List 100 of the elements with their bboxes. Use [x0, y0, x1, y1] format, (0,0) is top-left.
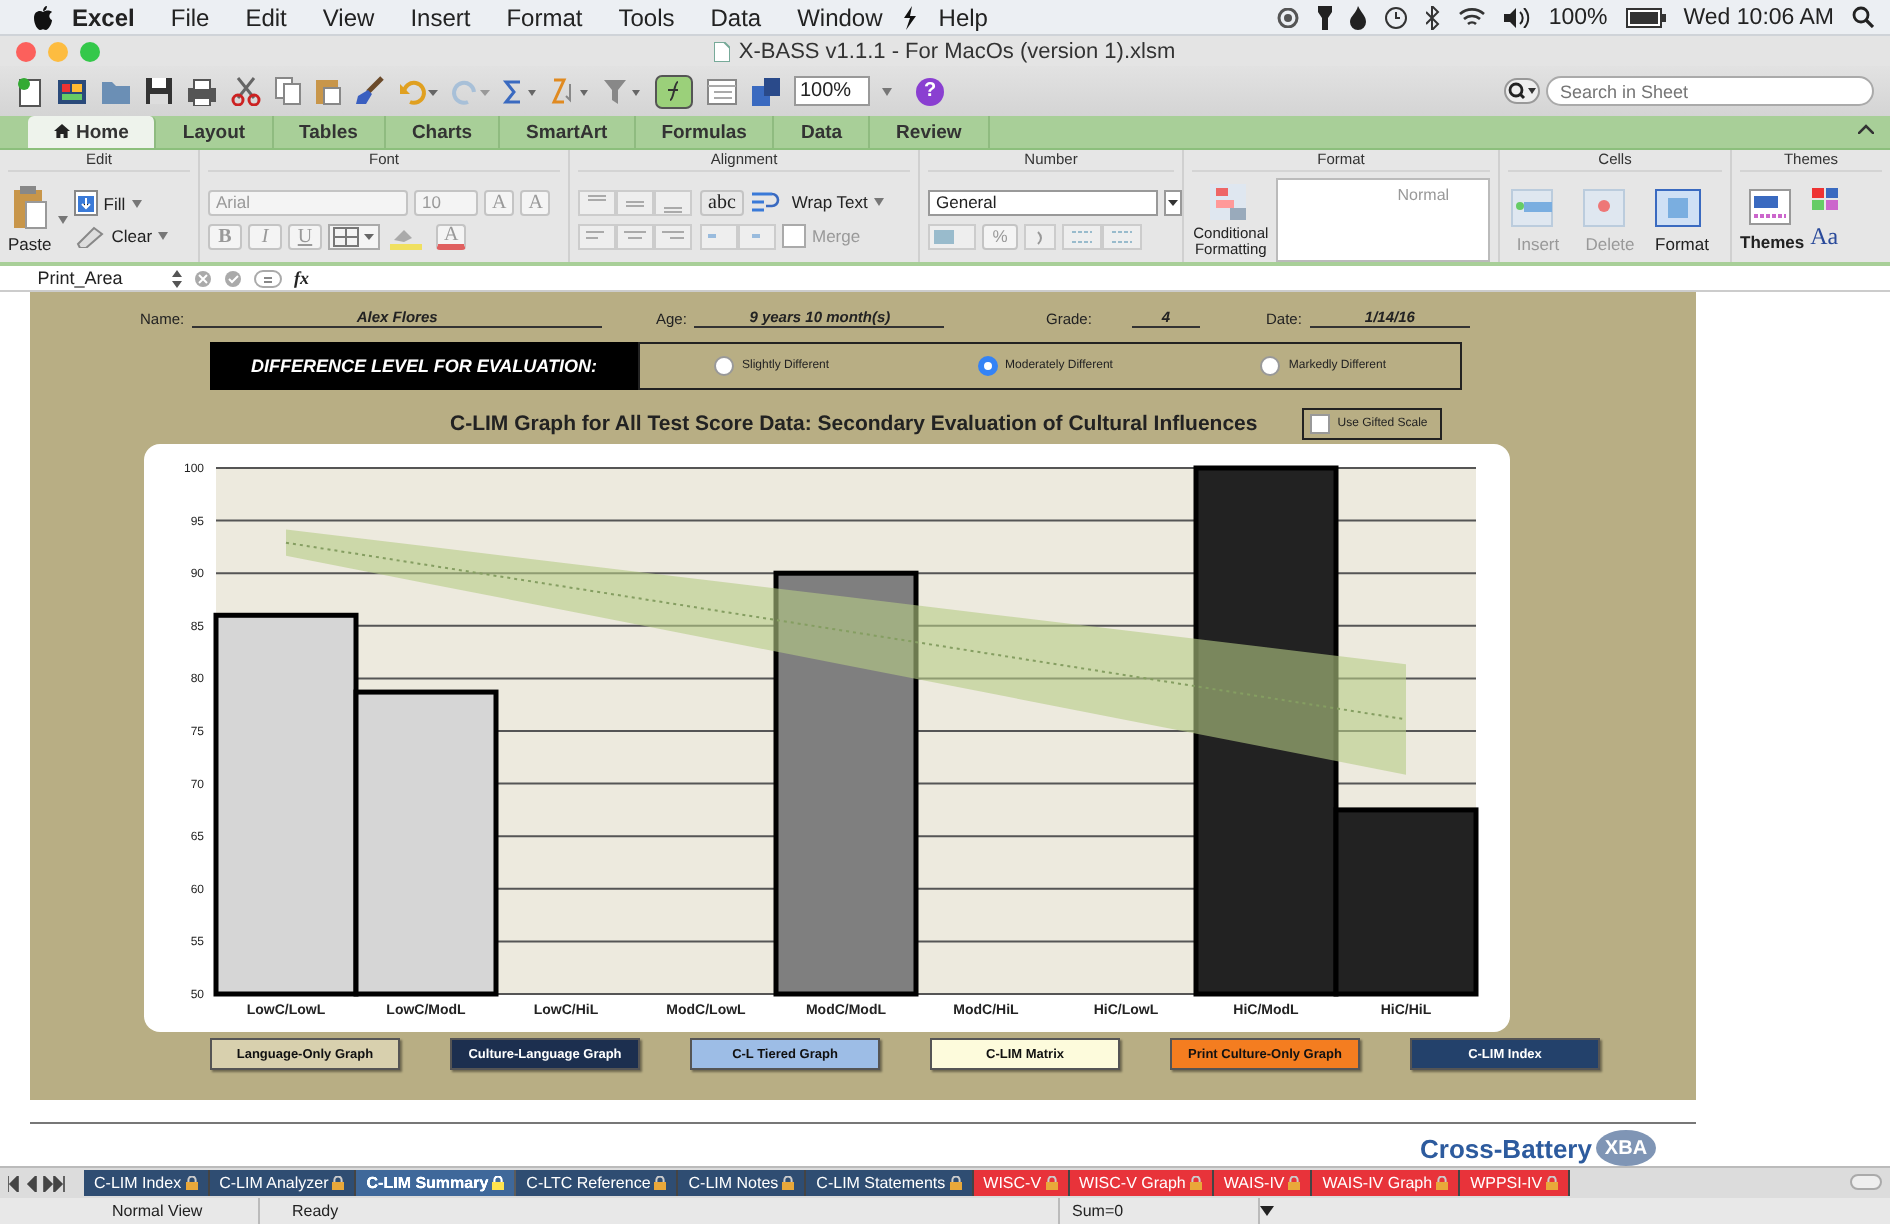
section-label: DIFFERENCE LEVEL FOR EVALUATION:	[210, 342, 638, 390]
sheet-tab[interactable]: C-LIM Summary	[356, 1170, 517, 1196]
scroll-icon[interactable]	[1850, 1173, 1882, 1189]
align-top-icon[interactable]	[578, 189, 694, 215]
lock-icon	[782, 1176, 795, 1190]
paste-label[interactable]: Paste	[8, 233, 52, 253]
menu-item[interactable]: Data	[692, 3, 780, 31]
menu-item[interactable]: Insert	[392, 3, 489, 31]
filter-icon[interactable]	[602, 77, 642, 105]
fill-icon[interactable]	[73, 190, 98, 216]
app-menu[interactable]: Excel	[54, 3, 153, 31]
sheet-tab[interactable]: WAIS-IV	[1213, 1170, 1313, 1196]
sheet-tab[interactable]: C-LIM Notes	[678, 1170, 807, 1196]
zoom-field[interactable]: 100%	[794, 76, 870, 106]
dropdown-arrow-icon[interactable]	[1260, 1206, 1274, 1216]
cancel-icon[interactable]	[194, 269, 212, 287]
lock-icon	[1189, 1176, 1202, 1190]
lock-icon	[654, 1176, 667, 1190]
help-button[interactable]: ?	[916, 77, 944, 105]
template-icon[interactable]	[56, 77, 88, 105]
save-icon[interactable]	[144, 76, 174, 106]
volume-icon[interactable]	[1504, 7, 1531, 27]
themes-icon[interactable]	[1748, 187, 1797, 227]
stepper-icon[interactable]	[172, 269, 182, 287]
apple-icon[interactable]	[32, 5, 54, 29]
ribbon-tab[interactable]: Tables	[273, 116, 386, 148]
battery-percent: 100%	[1548, 5, 1608, 29]
sheet-tab[interactable]: WAIS-IV Graph	[1312, 1170, 1461, 1196]
fill-label[interactable]: Fill	[103, 193, 126, 213]
paste-icon[interactable]	[11, 185, 48, 229]
wifi-icon[interactable]	[1458, 6, 1487, 28]
status-text: Ready	[260, 1198, 1060, 1224]
sort-icon[interactable]	[550, 77, 590, 105]
menu-item[interactable]: File	[152, 3, 228, 31]
lock-icon	[1045, 1176, 1058, 1190]
search-icon[interactable]	[1852, 6, 1874, 28]
folder-icon[interactable]	[100, 77, 132, 105]
align-left-icon[interactable]	[578, 223, 694, 249]
clear-label[interactable]: Clear	[111, 226, 153, 246]
undo-icon[interactable]	[398, 77, 438, 105]
brush-icon[interactable]	[354, 76, 386, 106]
lock-icon	[1288, 1176, 1301, 1190]
document-icon	[714, 41, 731, 61]
format-label[interactable]: Format	[1655, 233, 1709, 253]
radio-button[interactable]	[977, 356, 998, 376]
formula-builder-icon[interactable]	[654, 73, 694, 109]
sheet-tab[interactable]: C-LIM Index	[84, 1170, 210, 1196]
menu-item[interactable]: Help	[920, 3, 1006, 31]
sheet-tab[interactable]: C-LTC Reference	[516, 1170, 679, 1196]
name-box[interactable]: Print_Area	[0, 268, 160, 288]
scissors-icon[interactable]	[230, 76, 262, 106]
sheet-tab[interactable]: WISC-V Graph	[1069, 1170, 1214, 1196]
print-icon[interactable]	[186, 77, 218, 105]
comma-style-icon[interactable]	[1024, 223, 1056, 249]
lock-icon	[185, 1176, 198, 1190]
clock-icon[interactable]	[1384, 5, 1409, 29]
ribbon-tab[interactable]: Formulas	[635, 116, 775, 148]
borders-icon[interactable]	[328, 223, 380, 249]
clipboard-icon[interactable]	[314, 76, 342, 106]
sheet-tab[interactable]: C-LIM Analyzer	[209, 1170, 357, 1196]
number-format-field[interactable]: General	[928, 189, 1158, 215]
equals-icon[interactable]	[254, 269, 282, 287]
search-field[interactable]: Search in Sheet	[1546, 76, 1874, 106]
dropdown-icon[interactable]	[1164, 189, 1182, 215]
orientation-button[interactable]: abc	[700, 189, 744, 215]
sheet-tab[interactable]: WPPSI-IV	[1460, 1170, 1571, 1196]
bluetooth-icon[interactable]	[1426, 5, 1441, 29]
sheet-tab[interactable]: WISC-V	[973, 1170, 1070, 1196]
checkbox[interactable]	[1309, 414, 1330, 434]
function-button[interactable]: fx	[294, 268, 309, 288]
flashlight-icon[interactable]	[1318, 5, 1333, 29]
autosum-icon[interactable]	[502, 77, 538, 105]
home-icon	[54, 124, 70, 138]
wrap-text-label[interactable]: Wrap Text	[791, 192, 868, 212]
close-button[interactable]	[16, 41, 36, 61]
search-icon[interactable]	[1504, 78, 1540, 104]
lock-icon	[949, 1176, 962, 1190]
menu-item[interactable]: Format	[488, 3, 601, 31]
theme-colors-icon[interactable]	[1810, 186, 1843, 214]
menu-item[interactable]: Tools	[600, 3, 693, 31]
redo-icon[interactable]	[450, 77, 490, 105]
radio-button[interactable]	[1260, 356, 1281, 376]
menu-item[interactable]: View	[304, 3, 393, 31]
chevron-icon[interactable]	[1858, 124, 1874, 134]
confirm-icon[interactable]	[224, 269, 242, 287]
radio-button[interactable]	[713, 356, 734, 376]
battery-icon[interactable]	[1625, 7, 1666, 27]
menu-item[interactable]: Edit	[227, 3, 305, 31]
zoom-dropdown-icon[interactable]	[882, 87, 892, 95]
eraser-icon[interactable]	[73, 224, 106, 248]
logo-text: Cross-Battery	[1420, 1133, 1592, 1163]
new-document-icon[interactable]	[16, 75, 44, 107]
copy-icon[interactable]	[274, 76, 302, 106]
menu-item[interactable]: Window	[779, 3, 901, 31]
lock-icon	[492, 1176, 505, 1190]
themes-label[interactable]: Themes	[1740, 231, 1805, 251]
ribbon-tab[interactable]: Home	[28, 116, 157, 148]
sheet-tab[interactable]: C-LIM Statements	[806, 1170, 974, 1196]
theme-fonts-button[interactable]: Aa	[1810, 222, 1843, 252]
gallery-icon[interactable]	[706, 77, 738, 105]
